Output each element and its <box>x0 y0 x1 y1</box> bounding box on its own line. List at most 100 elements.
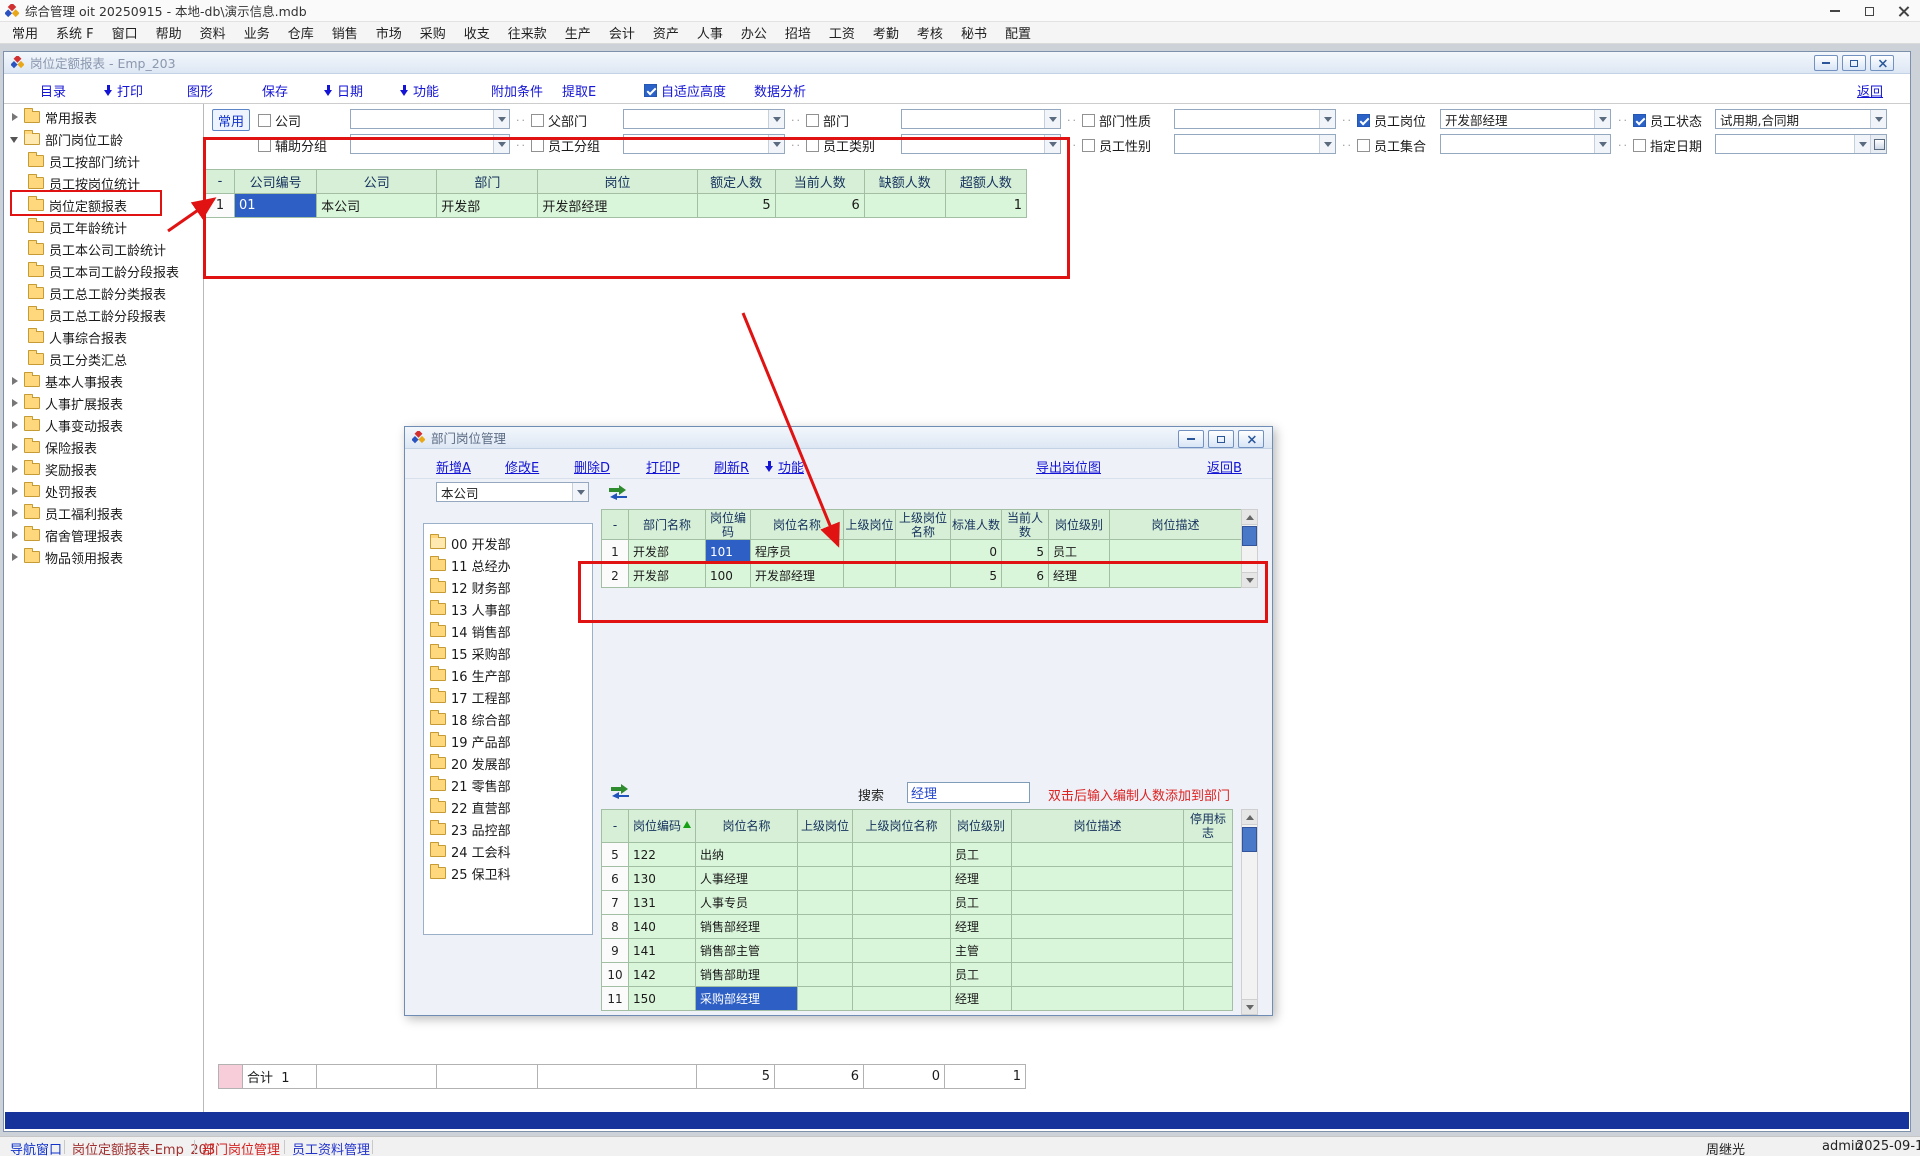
filter-select[interactable] <box>1174 134 1336 154</box>
scroll-up-icon[interactable] <box>1242 510 1257 525</box>
filter-select[interactable] <box>1440 134 1611 154</box>
menu-item[interactable]: 业务 <box>235 23 279 42</box>
tree-collapse-icon[interactable] <box>10 552 21 563</box>
table-cell[interactable] <box>1012 843 1184 867</box>
table-cell[interactable]: 6 <box>775 194 864 218</box>
dropdown-arrow-icon[interactable] <box>768 135 784 153</box>
tree-collapse-icon[interactable] <box>10 376 21 387</box>
table-cell[interactable]: 131 <box>629 891 696 915</box>
column-header[interactable]: 额定人数 <box>697 170 775 194</box>
filter-checkbox[interactable] <box>531 139 544 152</box>
dropdown-arrow-icon[interactable] <box>1319 110 1335 128</box>
column-header[interactable]: 岗位编码 <box>706 510 751 540</box>
tree-item[interactable]: 员工年龄统计 <box>4 216 203 238</box>
menu-item[interactable]: 配置 <box>996 23 1040 42</box>
menu-item[interactable]: 采购 <box>411 23 455 42</box>
row-number-cell[interactable]: 7 <box>602 891 629 915</box>
table-row[interactable]: 11 150 采购部经理 经理 <box>602 987 1233 1011</box>
menu-item[interactable]: 销售 <box>323 23 367 42</box>
date-picker-field[interactable] <box>1715 134 1887 154</box>
close-icon[interactable] <box>1886 0 1920 22</box>
filter-checkbox[interactable] <box>1082 114 1095 127</box>
date-button[interactable]: 日期 <box>324 81 363 100</box>
table-cell[interactable] <box>1184 867 1233 891</box>
column-header[interactable]: 岗位描述 <box>1110 510 1242 540</box>
column-header[interactable]: 当前人数 <box>775 170 864 194</box>
table-cell[interactable] <box>853 843 951 867</box>
table-cell[interactable]: 5 <box>1002 540 1049 564</box>
nav-window-tab[interactable]: 导航窗口 <box>10 1139 62 1156</box>
table-cell[interactable]: 员工 <box>1049 540 1110 564</box>
table-cell[interactable]: 150 <box>629 987 696 1011</box>
menu-item[interactable]: 会计 <box>600 23 644 42</box>
column-header[interactable]: 上级岗位名称 <box>896 510 951 540</box>
tree-collapse-icon[interactable] <box>10 530 21 541</box>
swap-icon[interactable] <box>608 485 628 501</box>
tree-collapse-icon[interactable] <box>10 464 21 475</box>
scrollbar[interactable] <box>1241 509 1258 588</box>
minimize-icon[interactable] <box>1178 430 1204 448</box>
filter-checkbox[interactable] <box>1633 139 1646 152</box>
row-number-cell[interactable]: 2 <box>602 564 629 588</box>
refresh-button[interactable]: 刷新R <box>714 457 749 476</box>
filter-checkbox[interactable] <box>258 139 271 152</box>
maximize-icon[interactable] <box>1208 430 1234 448</box>
scrollbar[interactable] <box>1241 809 1258 1015</box>
filter-select[interactable] <box>623 134 785 154</box>
tree-item[interactable]: 奖励报表 <box>4 458 203 480</box>
filter-checkbox[interactable] <box>258 114 271 127</box>
delete-button[interactable]: 删除D <box>574 457 610 476</box>
dropdown-arrow-icon[interactable] <box>572 483 588 501</box>
print-button[interactable]: 打印P <box>646 457 680 476</box>
row-number-cell[interactable]: 9 <box>602 939 629 963</box>
tree-item[interactable]: 21 零售部 <box>430 774 590 796</box>
table-cell[interactable] <box>864 194 945 218</box>
table-cell[interactable] <box>896 540 951 564</box>
filter-checkbox[interactable] <box>1357 139 1370 152</box>
column-header[interactable]: 岗位级别 <box>951 810 1012 843</box>
table-cell[interactable] <box>1012 963 1184 987</box>
print-button[interactable]: 打印 <box>104 81 143 100</box>
export-position-chart-button[interactable]: 导出岗位图 <box>1036 457 1101 476</box>
filter-select[interactable] <box>623 109 785 129</box>
quick-filter-button[interactable]: 常用 <box>212 109 250 131</box>
table-cell[interactable]: 经理 <box>951 915 1012 939</box>
table-cell[interactable] <box>798 939 853 963</box>
table-cell[interactable] <box>1184 939 1233 963</box>
table-cell[interactable] <box>798 987 853 1011</box>
dropdown-arrow-icon[interactable] <box>1319 135 1335 153</box>
filter-checkbox[interactable] <box>1082 139 1095 152</box>
tree-collapse-icon[interactable] <box>10 486 21 497</box>
table-cell[interactable] <box>1012 891 1184 915</box>
row-number-cell[interactable]: 5 <box>602 843 629 867</box>
tree-item-selected[interactable]: 00 开发部 <box>430 532 590 554</box>
tree-item[interactable]: 员工本司工龄分段报表 <box>4 260 203 282</box>
menu-item[interactable]: 秘书 <box>952 23 996 42</box>
column-header[interactable]: 岗位级别 <box>1049 510 1110 540</box>
swap-icon[interactable] <box>610 784 630 800</box>
autofit-checkbox[interactable]: 自适应高度 <box>644 81 726 100</box>
column-header[interactable]: 岗位名称 <box>751 510 844 540</box>
tree-item[interactable]: 11 总经办 <box>430 554 590 576</box>
tree-item[interactable]: 员工福利报表 <box>4 502 203 524</box>
table-cell[interactable]: 程序员 <box>751 540 844 564</box>
table-cell[interactable]: 销售部主管 <box>696 939 798 963</box>
filter-select[interactable] <box>350 109 510 129</box>
tree-item[interactable]: 14 销售部 <box>430 620 590 642</box>
table-cell[interactable]: 主管 <box>951 939 1012 963</box>
menu-item[interactable]: 常用 <box>3 23 47 42</box>
table-row[interactable]: 1 01 本公司 开发部 开发部经理 5 6 1 <box>206 194 1027 218</box>
column-header[interactable]: 缺额人数 <box>864 170 945 194</box>
table-cell[interactable] <box>853 939 951 963</box>
tree-item[interactable]: 15 采购部 <box>430 642 590 664</box>
save-button[interactable]: 保存 <box>262 81 288 100</box>
filter-select[interactable] <box>1174 109 1336 129</box>
menu-item[interactable]: 往来款 <box>499 23 556 42</box>
scroll-up-icon[interactable] <box>1242 810 1257 825</box>
tree-collapse-icon[interactable] <box>10 508 21 519</box>
table-cell[interactable] <box>798 867 853 891</box>
menu-item[interactable]: 资料 <box>191 23 235 42</box>
selected-cell[interactable]: 01 <box>235 194 317 218</box>
table-cell[interactable]: 130 <box>629 867 696 891</box>
table-cell[interactable]: 142 <box>629 963 696 987</box>
